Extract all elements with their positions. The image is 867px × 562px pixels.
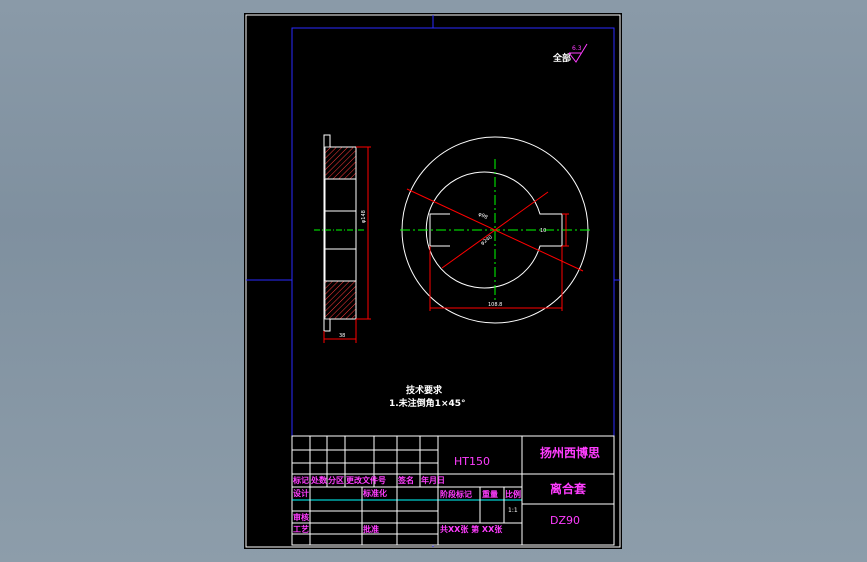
lower-hatch [324, 280, 357, 320]
tb-drawing-number: DZ90 [550, 514, 580, 527]
tb-hdr-count: 处数 [310, 475, 328, 485]
tb-standardize: 标准化 [362, 488, 387, 498]
surface-finish-symbol: 全部 6.3 [552, 43, 588, 64]
front-view: φ98 φ240 10 108.8 [400, 136, 590, 324]
tb-hdr-sign: 签名 [397, 475, 414, 485]
front-dim-bore: φ98 [477, 211, 488, 221]
surface-finish-value: 6.3 [572, 45, 582, 52]
cad-drawing: 全部 6.3 φ148 38 φ98 φ240 10 108.8 技术要求 1.… [245, 14, 621, 548]
upper-hatch [324, 146, 357, 180]
title-block: 标记 处数 分区 更改文件号 签名 年月日 设计 标准化 审核 工艺 批准 HT… [291, 435, 615, 546]
tb-review: 审核 [293, 512, 309, 522]
tb-sheet-info: 共XX张 第 XX张 [440, 524, 503, 534]
tb-designer: 设计 [293, 488, 309, 498]
front-dim-keyway-width: 10 [540, 228, 546, 234]
tb-material: HT150 [454, 455, 490, 468]
surface-finish-label: 全部 [552, 52, 571, 64]
tb-hdr-mark: 标记 [292, 475, 309, 485]
technical-requirements: 技术要求 1.未注倒角1×45° [389, 384, 466, 409]
tb-hdr-date: 年月日 [421, 475, 445, 485]
front-dim-keyway-depth: 108.8 [488, 302, 502, 308]
tb-process: 工艺 [293, 524, 309, 534]
tb-weight: 重量 [482, 489, 498, 499]
tb-part-name: 离合套 [550, 481, 587, 496]
tb-company: 扬州西博思 [540, 445, 600, 460]
side-view: φ148 38 [314, 134, 371, 343]
tb-hdr-zone: 分区 [328, 475, 344, 485]
tb-stage-mark: 阶段标记 [440, 489, 472, 499]
side-dim-diameter: φ148 [361, 210, 367, 223]
tech-req-item-1: 1.未注倒角1×45° [389, 397, 466, 409]
tech-req-heading: 技术要求 [406, 384, 443, 396]
sheet-border [245, 14, 621, 548]
tb-scale: 1:1 [508, 507, 518, 514]
front-dim-outer: φ240 [480, 234, 494, 246]
side-dim-width: 38 [339, 333, 345, 339]
tb-approve: 批准 [363, 524, 379, 534]
tb-scale-label: 比例 [505, 489, 521, 499]
tb-hdr-change: 更改文件号 [346, 475, 386, 485]
drawing-sheet: 全部 6.3 φ148 38 φ98 φ240 10 108.8 技术要求 1.… [244, 13, 622, 549]
